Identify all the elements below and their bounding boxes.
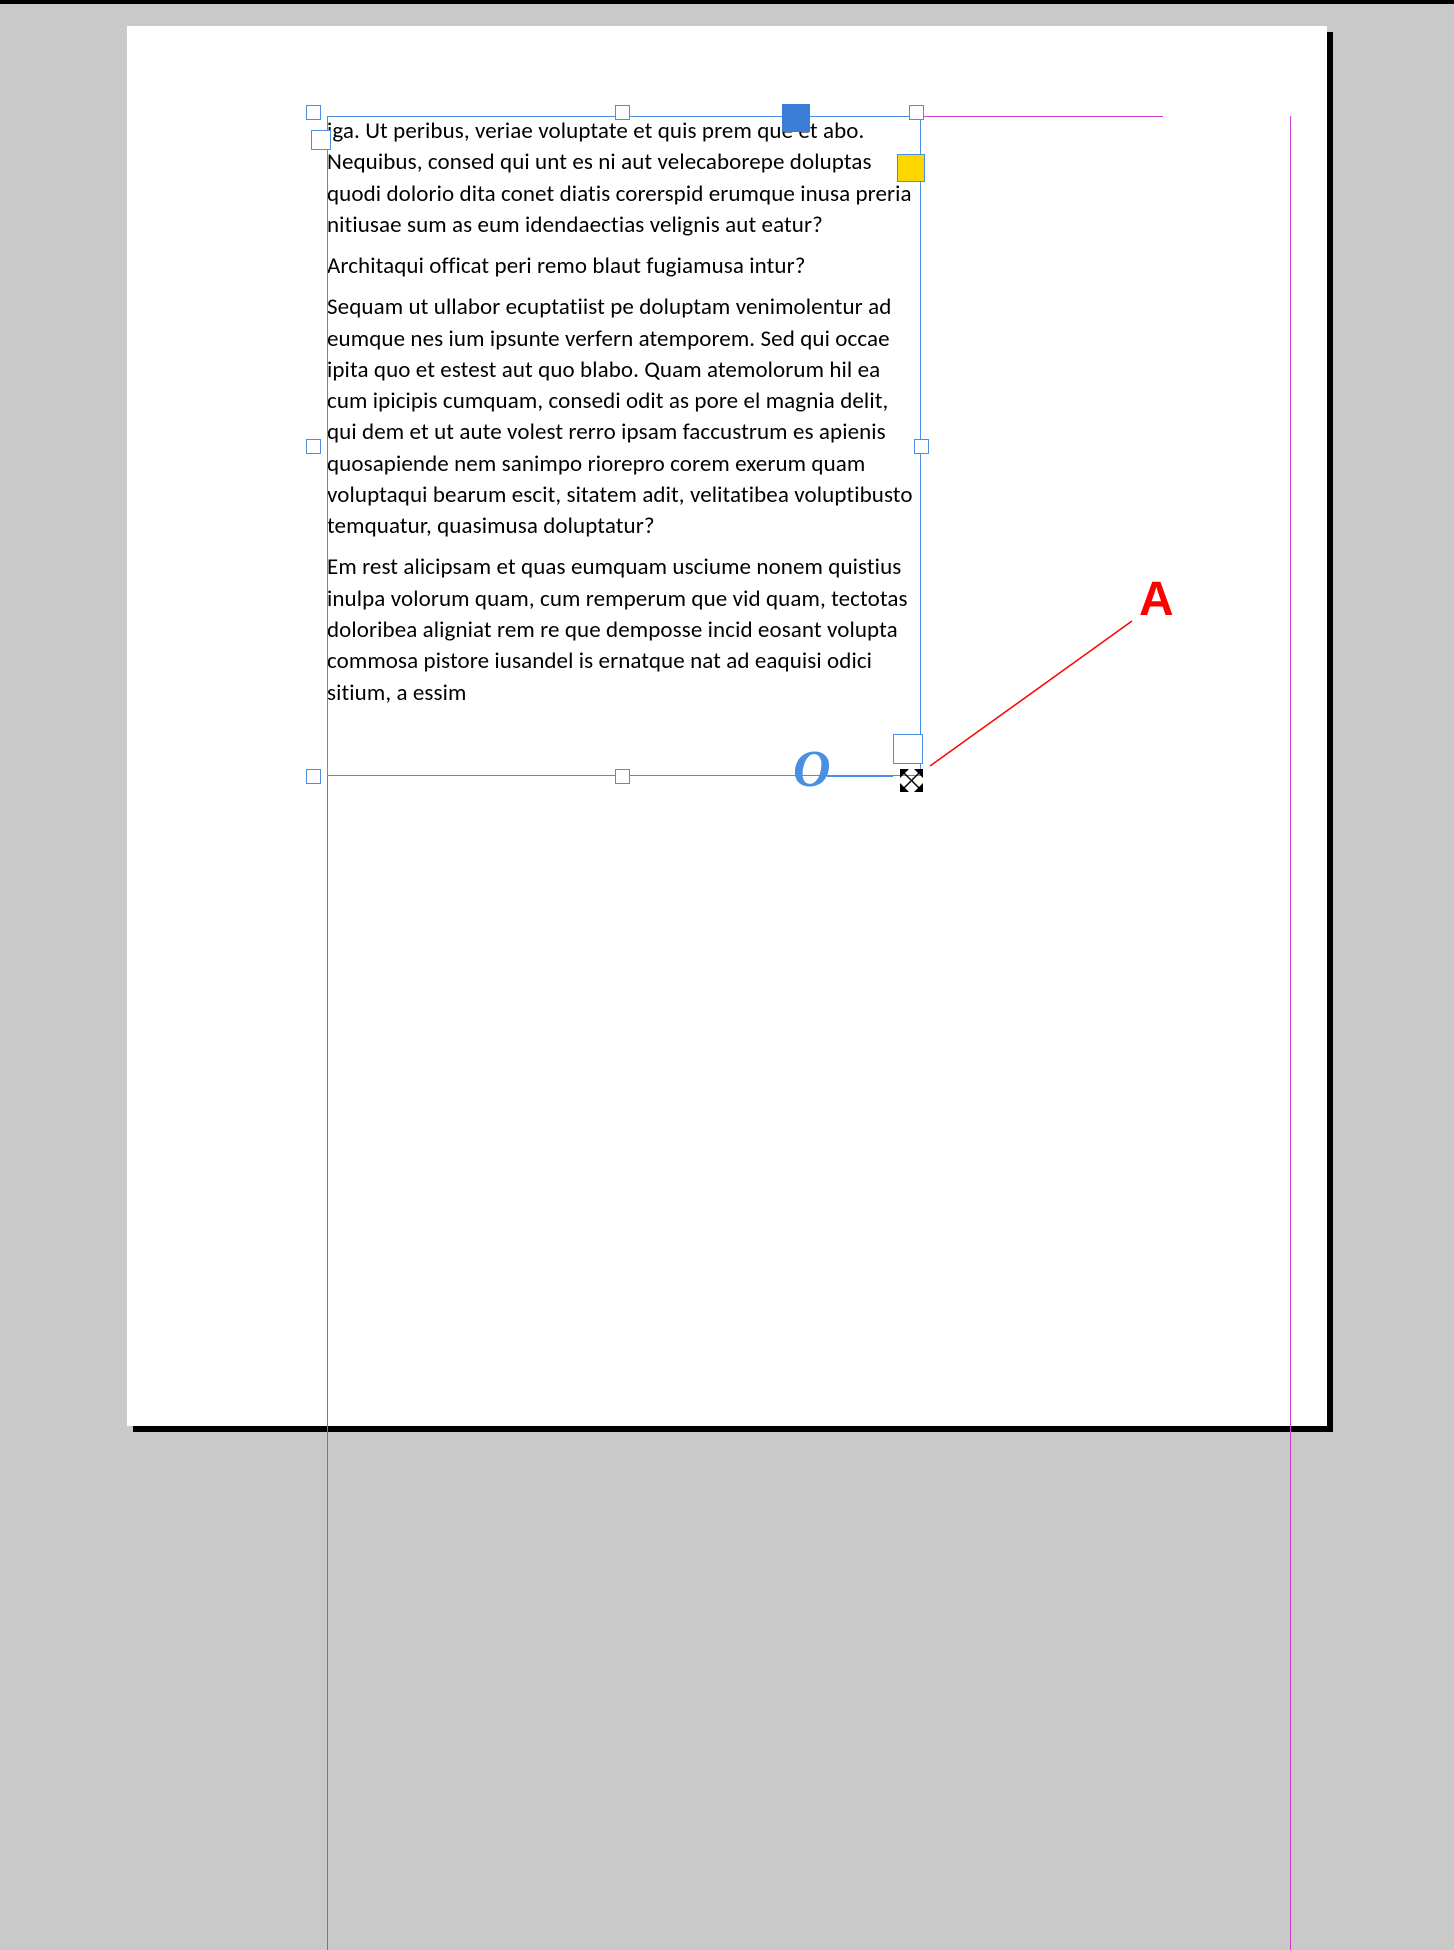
corner-adjustment-handle[interactable] <box>897 154 925 182</box>
paragraph: iga. Ut peribus, veriae voluptate et qui… <box>327 116 921 241</box>
paragraph: Em rest alicipsam et quas eumquam uscium… <box>327 552 921 708</box>
resize-handle-bottom-right[interactable] <box>893 734 923 764</box>
resize-handle-top-middle[interactable] <box>615 105 630 120</box>
out-port-connector <box>827 776 893 777</box>
resize-handle-middle-right[interactable] <box>914 439 929 454</box>
resize-cursor-icon <box>897 766 927 796</box>
margin-guide-right <box>1290 116 1291 1950</box>
story-editor-marker-icon: O <box>793 740 831 799</box>
resize-handle-top-left[interactable] <box>306 105 321 120</box>
text-in-port[interactable] <box>311 130 331 150</box>
text-frame[interactable]: iga. Ut peribus, veriae voluptate et qui… <box>327 116 921 776</box>
resize-handle-middle-left[interactable] <box>306 439 321 454</box>
paragraph: Architaqui officat peri remo blaut fugia… <box>327 251 921 282</box>
document-viewport[interactable]: iga. Ut peribus, veriae voluptate et qui… <box>0 4 1454 975</box>
resize-handle-top-right[interactable] <box>909 105 924 120</box>
resize-handle-bottom-left[interactable] <box>306 769 321 784</box>
paragraph: Sequam ut ullabor ecuptatiist pe dolupta… <box>327 292 921 542</box>
annotation-label: A <box>1139 572 1174 627</box>
resize-handle-bottom-middle[interactable] <box>615 769 630 784</box>
content-grabber[interactable] <box>782 104 810 132</box>
document-page[interactable]: iga. Ut peribus, veriae voluptate et qui… <box>127 26 1327 1426</box>
